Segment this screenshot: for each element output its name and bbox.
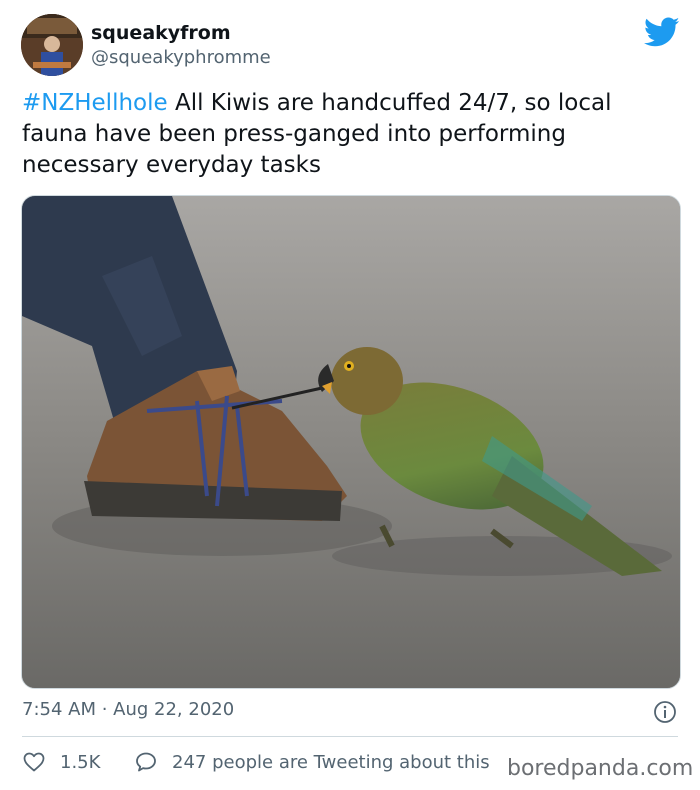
tweet-text: #NZHellhole All Kiwis are handcuffed 24/… (22, 88, 662, 181)
heart-icon (23, 752, 45, 772)
like-button[interactable]: 1.5K (22, 750, 100, 774)
speech-bubble-icon (136, 752, 156, 772)
like-count: 1.5K (60, 751, 101, 773)
tweeting-about-text: 247 people are Tweeting about this (172, 751, 490, 773)
display-name[interactable]: squeakyfrom (91, 22, 231, 44)
user-handle[interactable]: @squeakyphromme (91, 47, 271, 68)
divider (22, 736, 678, 737)
watermark: boredpanda.com (505, 756, 696, 781)
avatar[interactable] (21, 14, 83, 76)
tweeting-about-link[interactable]: 247 people are Tweeting about this (134, 750, 490, 774)
hashtag-link[interactable]: #NZHellhole (22, 90, 168, 116)
twitter-bird-icon (644, 17, 680, 47)
info-icon[interactable] (653, 700, 677, 724)
tweet-timestamp[interactable]: 7:54 AM · Aug 22, 2020 (22, 699, 234, 720)
tweet-photo[interactable] (21, 195, 681, 689)
